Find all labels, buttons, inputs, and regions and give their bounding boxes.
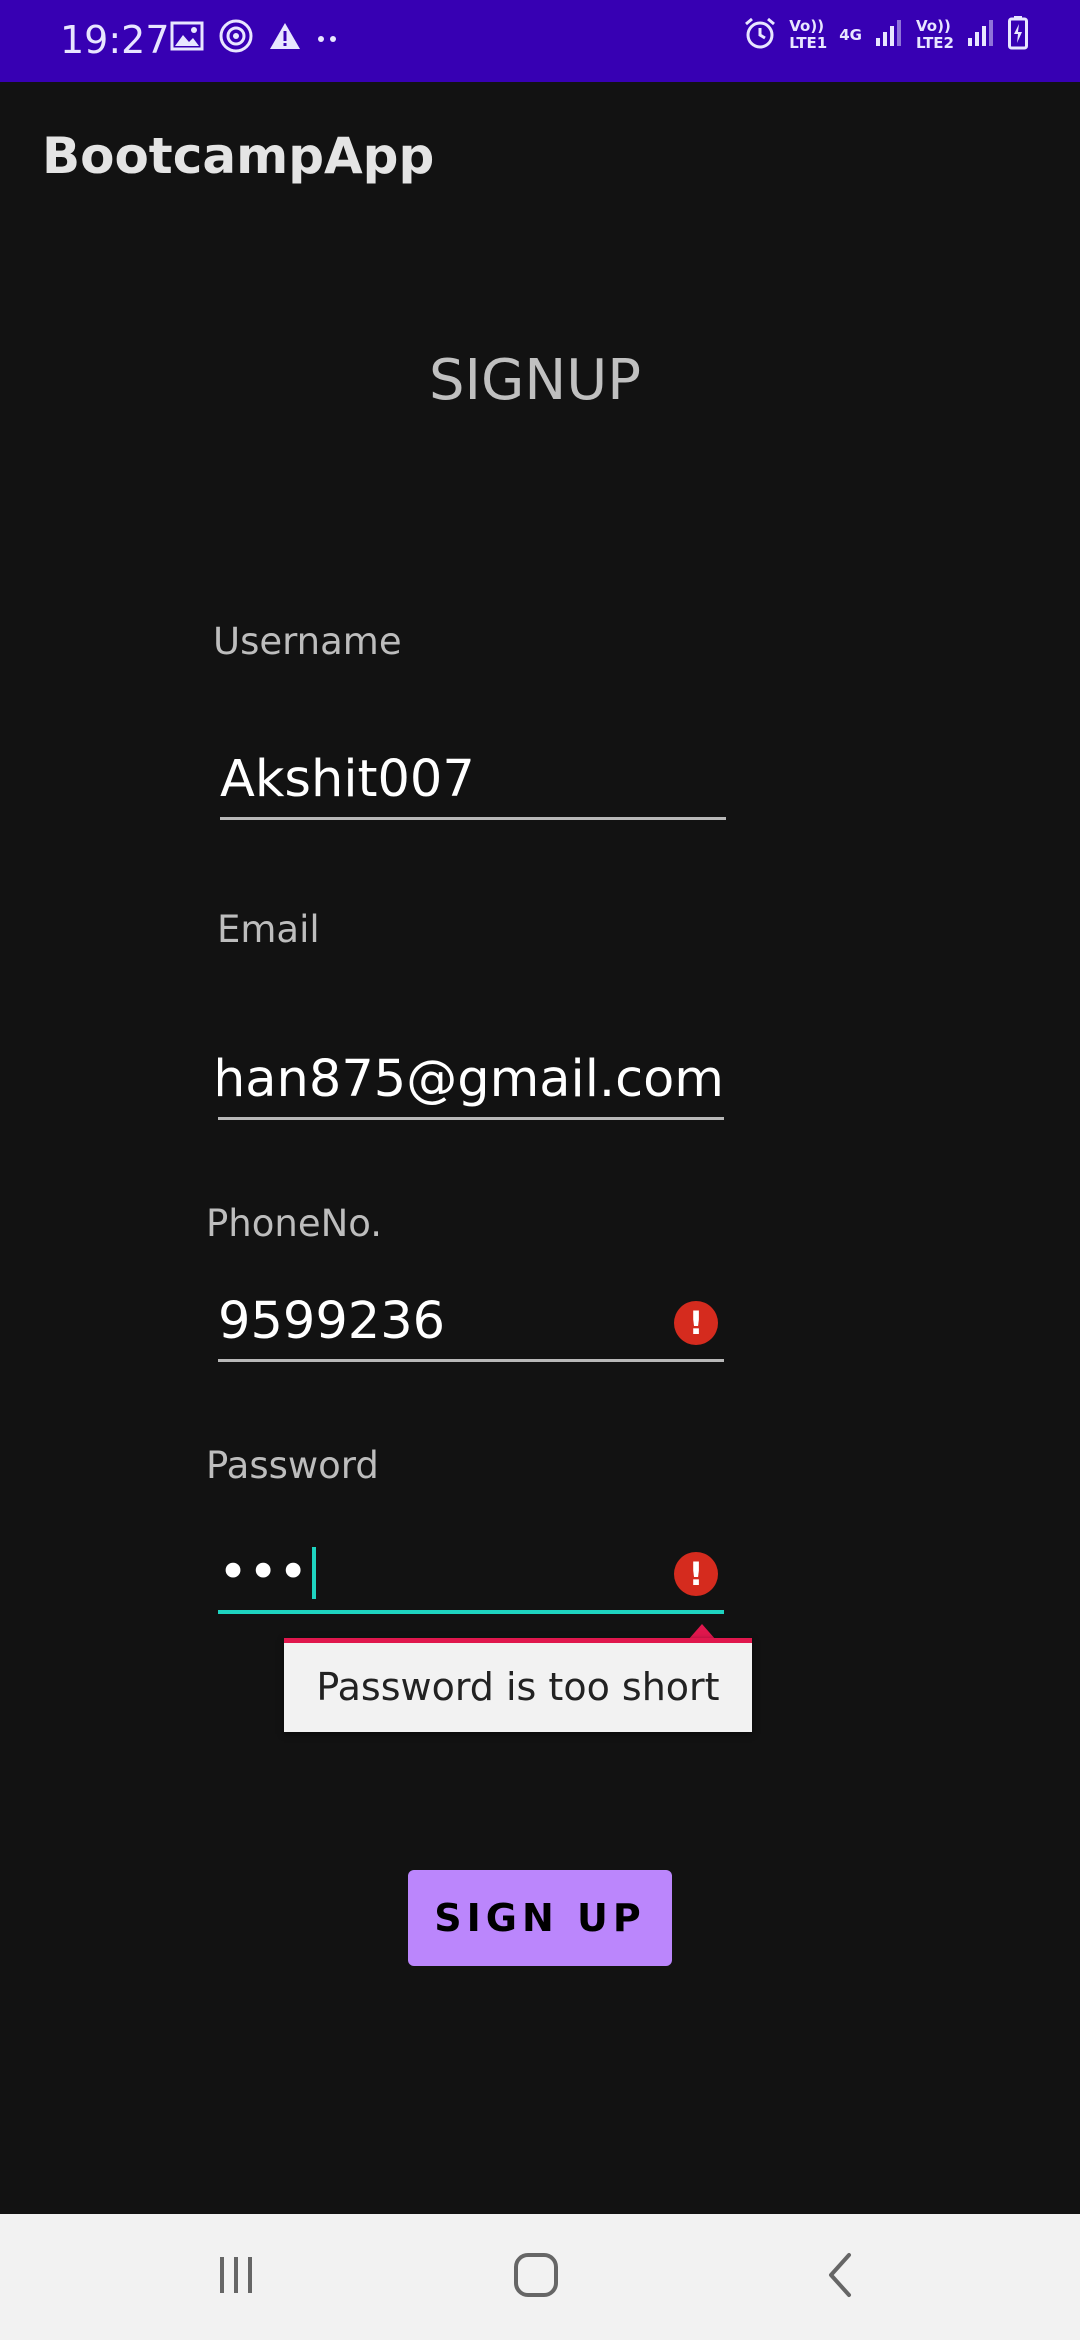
recents-button[interactable] [166, 2214, 306, 2340]
page-title: SIGNUP [428, 348, 642, 413]
more-notifications-icon [316, 29, 340, 48]
phone-field[interactable]: 9599236 ! [218, 1274, 724, 1362]
username-field[interactable]: Akshit007 [220, 732, 726, 820]
signal-1-icon [874, 18, 904, 52]
error-icon[interactable]: ! [674, 1552, 718, 1596]
status-notification-icons [170, 18, 340, 58]
email-label: Email [217, 908, 320, 951]
error-icon[interactable]: ! [674, 1301, 718, 1345]
home-icon [513, 2252, 559, 2302]
password-field[interactable]: ••• ! [218, 1526, 724, 1614]
status-time: 19:27 [60, 18, 170, 62]
text-cursor [312, 1547, 317, 1599]
error-popup: Password is too short [284, 1638, 752, 1732]
alarm-icon [743, 16, 777, 54]
status-bar: 19:27 Vo)) LTE1 4G Vo)) LTE2 [0, 0, 1080, 82]
warning-icon [268, 21, 302, 55]
recents-icon [216, 2255, 256, 2299]
network-4g-label: 4G [839, 25, 862, 44]
battery-charging-icon [1008, 16, 1028, 54]
status-system-icons: Vo)) LTE1 4G Vo)) LTE2 [743, 16, 1028, 54]
back-button[interactable] [770, 2214, 910, 2340]
email-value: chauhan875@gmail.com [218, 1050, 724, 1109]
password-label: Password [206, 1444, 379, 1487]
error-message: Password is too short [316, 1665, 720, 1709]
password-dots: ••• [218, 1543, 309, 1602]
phone-label: PhoneNo. [206, 1202, 383, 1245]
lte1-label: Vo)) LTE1 [789, 17, 828, 52]
signal-2-icon [966, 18, 996, 52]
music-radar-icon [218, 18, 254, 58]
app-bar: BootcampApp [0, 82, 1080, 232]
home-button[interactable] [466, 2214, 606, 2340]
phone-value: 9599236 [218, 1292, 446, 1351]
gallery-icon [170, 21, 204, 55]
sign-up-button[interactable]: SIGN UP [408, 1870, 672, 1966]
lte2-label: Vo)) LTE2 [916, 17, 954, 52]
back-icon [825, 2252, 855, 2302]
username-value: Akshit007 [220, 750, 475, 809]
email-field[interactable]: chauhan875@gmail.com [218, 1032, 724, 1120]
password-value: ••• [218, 1542, 317, 1604]
app-title: BootcampApp [42, 127, 435, 185]
navigation-bar [0, 2214, 1080, 2340]
username-label: Username [213, 620, 402, 663]
